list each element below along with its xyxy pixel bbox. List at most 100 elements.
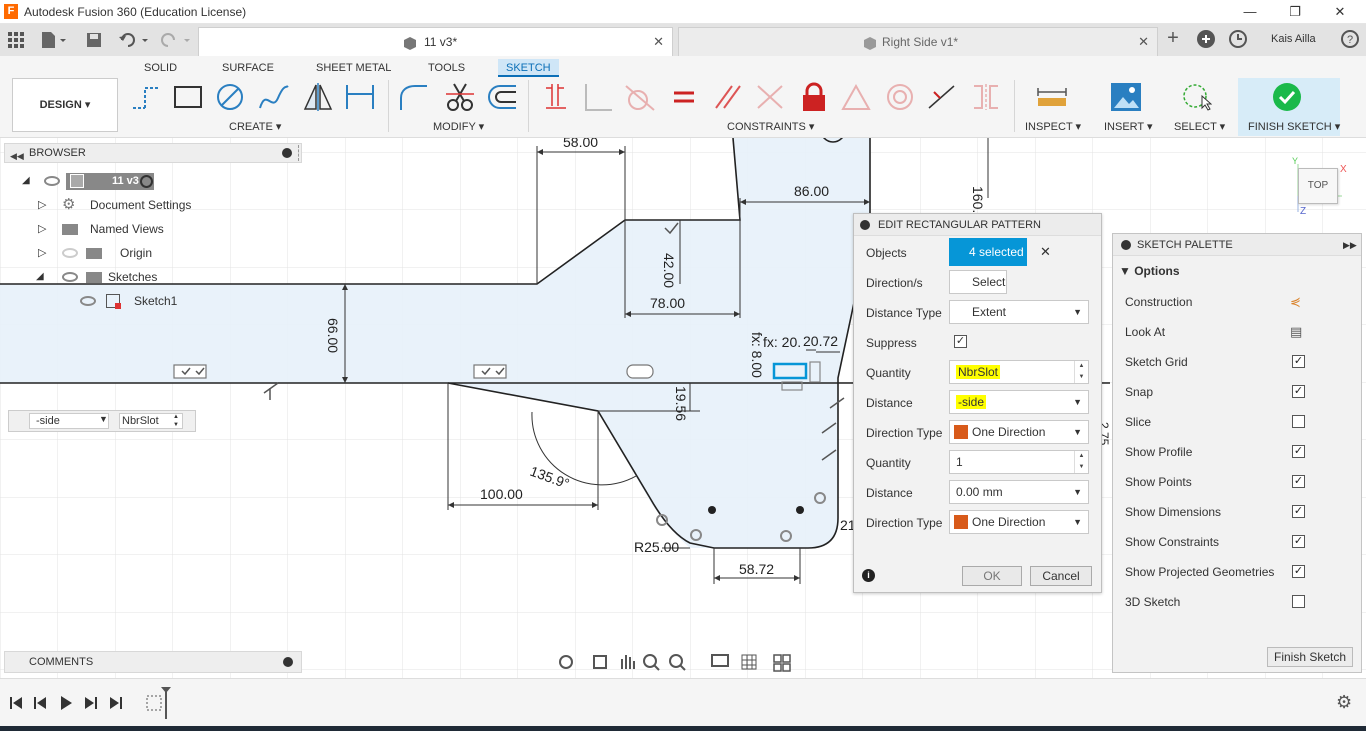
finish-sketch-menu[interactable]: FINISH SKETCH ▾: [1248, 120, 1340, 133]
tangent-icon[interactable]: [624, 82, 656, 112]
collinear-icon[interactable]: [754, 82, 786, 112]
dialog-header[interactable]: EDIT RECTANGULAR PATTERN: [854, 214, 1101, 236]
insert-menu[interactable]: INSERT ▾: [1104, 120, 1153, 133]
measure-ruler-icon[interactable]: [1036, 82, 1068, 112]
palette-header[interactable]: SKETCH PALETTE ▶▶: [1113, 234, 1361, 256]
finish-sketch-button[interactable]: Finish Sketch: [1267, 647, 1353, 667]
palette-checkbox[interactable]: ✓: [1292, 385, 1305, 398]
palette-checkbox[interactable]: [1292, 595, 1305, 608]
close-tab-icon[interactable]: ✕: [653, 34, 664, 50]
collapse-palette-icon[interactable]: [1121, 240, 1131, 250]
design-workspace-button[interactable]: DESIGN ▾: [12, 78, 118, 132]
maximize-button[interactable]: ❐: [1275, 2, 1315, 22]
chevron-down-icon[interactable]: ▼: [1073, 391, 1082, 413]
stepper-icon[interactable]: ▲ ▼: [173, 413, 179, 429]
direction-type-1-select[interactable]: One Direction ▼: [949, 420, 1089, 444]
close-tab-icon[interactable]: ✕: [1138, 34, 1149, 50]
eye-hidden-icon[interactable]: [62, 248, 78, 258]
tab-solid[interactable]: SOLID: [136, 59, 185, 77]
objects-selection-button[interactable]: 4 selected: [949, 238, 1027, 266]
minimize-button[interactable]: —: [1230, 2, 1270, 22]
tree-expand-icon[interactable]: ▷: [38, 218, 46, 240]
add-comment-icon[interactable]: [283, 657, 293, 667]
eye-icon[interactable]: [62, 272, 78, 282]
eye-icon[interactable]: [44, 176, 60, 186]
user-name[interactable]: Kais Ailla: [1271, 33, 1316, 45]
circle-icon[interactable]: [214, 82, 246, 112]
collapse-left-icon[interactable]: ◀◀: [10, 147, 24, 165]
tab-sketch[interactable]: SKETCH: [498, 59, 559, 77]
distance-type-select[interactable]: Extent ▼: [949, 300, 1089, 324]
viewcube[interactable]: TOP Y X Z: [1290, 156, 1360, 240]
symmetry-icon[interactable]: [970, 82, 1002, 112]
quantity-1-stepper[interactable]: NbrSlot ▲ ▼: [949, 360, 1089, 384]
browser-header[interactable]: ◀◀ BROWSER: [4, 143, 302, 163]
palette-row-slice[interactable]: Slice: [1125, 412, 1355, 432]
file-menu-icon[interactable]: [40, 31, 68, 49]
cancel-button[interactable]: Cancel: [1030, 566, 1092, 586]
fix-lock-icon[interactable]: [798, 82, 830, 112]
help-icon[interactable]: ?: [1340, 29, 1360, 49]
concentric-icon[interactable]: [884, 82, 916, 112]
palette-row-look-at[interactable]: Look At ▤: [1125, 322, 1355, 342]
create-menu[interactable]: CREATE ▾: [229, 120, 281, 133]
comments-panel[interactable]: COMMENTS: [4, 651, 302, 673]
suppress-checkbox[interactable]: ✓: [954, 335, 967, 348]
select-menu[interactable]: SELECT ▾: [1174, 120, 1225, 133]
palette-checkbox[interactable]: ✓: [1292, 535, 1305, 548]
tab-11-v3[interactable]: 11 v3* ✕: [198, 27, 673, 56]
palette-checkbox[interactable]: ✓: [1292, 475, 1305, 488]
modify-menu[interactable]: MODIFY ▾: [433, 120, 484, 133]
palette-row-snap[interactable]: Snap ✓: [1125, 382, 1355, 402]
quantity-2-stepper[interactable]: 1 ▲ ▼: [949, 450, 1089, 474]
parallel-icon[interactable]: [712, 82, 744, 112]
midpoint-icon[interactable]: [840, 82, 872, 112]
ok-button[interactable]: OK: [962, 566, 1022, 586]
constraints-menu[interactable]: CONSTRAINTS ▾: [727, 120, 814, 133]
palette-row-show-projected-geometries[interactable]: Show Projected Geometries ✓: [1125, 562, 1355, 582]
insert-image-icon[interactable]: [1110, 82, 1142, 112]
palette-checkbox[interactable]: [1292, 415, 1305, 428]
stepper-icon[interactable]: ▲ ▼: [1074, 361, 1088, 383]
mirror-icon[interactable]: [302, 82, 334, 112]
undo-icon[interactable]: [118, 32, 150, 48]
save-icon[interactable]: [86, 32, 102, 48]
spline-icon[interactable]: [258, 82, 290, 112]
horizontal-vertical-icon[interactable]: [926, 82, 958, 112]
palette-row-sketch-grid[interactable]: Sketch Grid ✓: [1125, 352, 1355, 372]
options-section[interactable]: ▼ Options: [1119, 264, 1180, 278]
palette-row-show-points[interactable]: Show Points ✓: [1125, 472, 1355, 492]
tab-sheet-metal[interactable]: SHEET METAL: [308, 59, 399, 77]
redo-icon[interactable]: [160, 32, 192, 48]
offset-icon[interactable]: [486, 82, 518, 112]
activate-radio-icon[interactable]: [140, 175, 153, 188]
perpendicular-icon[interactable]: [582, 82, 614, 112]
palette-checkbox[interactable]: ✓: [1292, 445, 1305, 458]
tree-collapse-icon[interactable]: ◢: [36, 266, 44, 288]
palette-row-construction[interactable]: Construction ⋞: [1125, 292, 1355, 312]
minus-icon[interactable]: [282, 148, 292, 158]
direction-select-button[interactable]: Select: [949, 270, 1007, 294]
panel-grip-icon[interactable]: [298, 145, 300, 161]
extensions-icon[interactable]: [1196, 29, 1216, 49]
tree-expand-icon[interactable]: ▷: [38, 194, 46, 216]
tab-surface[interactable]: SURFACE: [214, 59, 282, 77]
new-tab-button[interactable]: +: [1162, 27, 1184, 49]
select-icon[interactable]: [1180, 82, 1213, 112]
close-window-button[interactable]: ✕: [1320, 2, 1360, 22]
palette-row-show-dimensions[interactable]: Show Dimensions ✓: [1125, 502, 1355, 522]
palette-row-show-profile[interactable]: Show Profile ✓: [1125, 442, 1355, 462]
quick-distance-input[interactable]: -side: [29, 413, 109, 429]
palette-row-show-constraints[interactable]: Show Constraints ✓: [1125, 532, 1355, 552]
info-icon[interactable]: i: [862, 569, 875, 582]
palette-checkbox[interactable]: ✓: [1292, 505, 1305, 518]
palette-checkbox[interactable]: ✓: [1292, 565, 1305, 578]
equal-icon[interactable]: [668, 82, 700, 112]
palette-row-3d-sketch[interactable]: 3D Sketch: [1125, 592, 1355, 612]
tree-collapse-icon[interactable]: ◢: [22, 170, 30, 192]
chevron-down-icon[interactable]: ▼: [1073, 481, 1082, 503]
job-status-icon[interactable]: [1228, 29, 1248, 49]
distance-2-input[interactable]: 0.00 mm ▼: [949, 480, 1089, 504]
line-icon[interactable]: [130, 82, 162, 112]
dimension-icon[interactable]: [344, 82, 376, 112]
